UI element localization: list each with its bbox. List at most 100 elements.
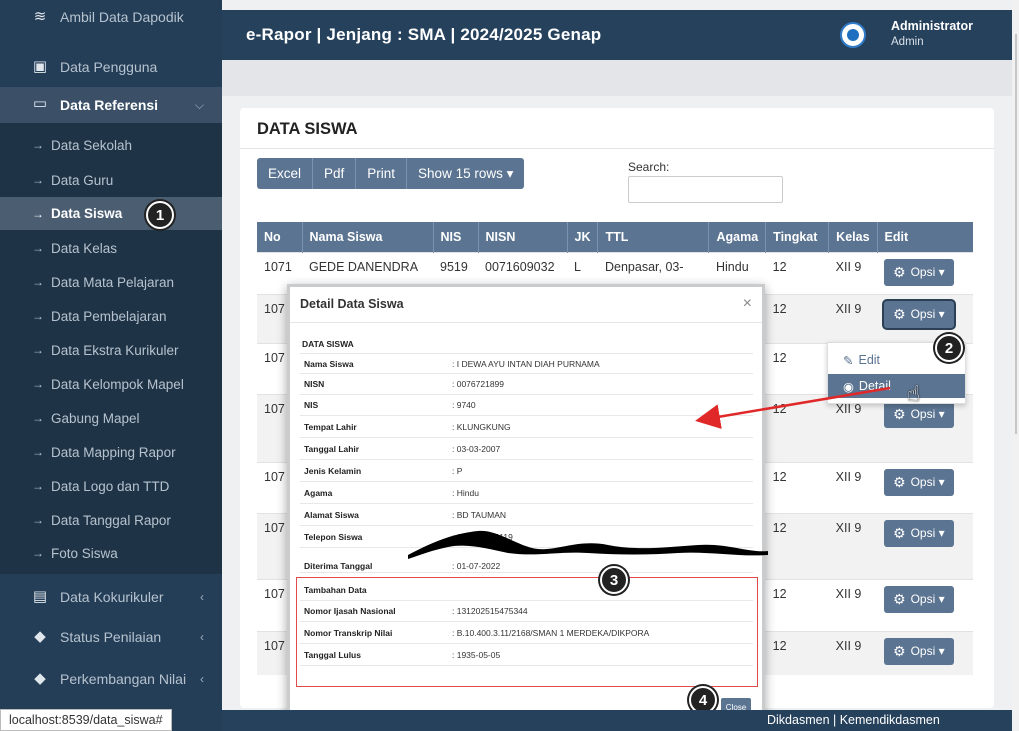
sidebar-item-data-ekstra-kurikuler[interactable]: → Data Ekstra Kurikuler <box>0 333 222 367</box>
sidebar-item-data-logo-dan-ttd[interactable]: → Data Logo dan TTD <box>0 469 222 503</box>
show-rows-dropdown[interactable]: Show 15 rows ▾ <box>407 158 525 189</box>
column-header[interactable]: JK <box>567 222 599 252</box>
cell-edit: ⚙ Opsi ▾ <box>877 512 974 579</box>
arrow-right-icon: → <box>32 343 44 357</box>
cell-kelas: XII 9 <box>828 393 878 462</box>
sidebar-item-ambil-data-dapodik[interactable]: ≋ Ambil Data Dapodik <box>0 0 222 34</box>
detail-row: Tambahan Data <box>300 580 753 601</box>
gear-icon: ⚙ <box>893 642 906 659</box>
sidebar-item-data-kokurikuler[interactable]: ▤ Data Kokurikuler ‹ <box>0 580 222 614</box>
close-icon[interactable]: × <box>743 295 752 313</box>
opsi-button[interactable]: ⚙ Opsi ▾ <box>884 300 954 328</box>
cell-tingkat: 12 <box>765 630 829 675</box>
redaction-scribble <box>408 530 768 559</box>
print-button[interactable]: Print <box>356 158 408 189</box>
cell-tingkat: 12 <box>765 293 829 343</box>
cell-kelas: XII 9 <box>828 293 878 343</box>
sidebar-item-status-penilaian[interactable]: ◆ Status Penilaian ‹ <box>0 620 222 654</box>
opsi-button[interactable]: ⚙ Opsi ▾ <box>884 637 954 665</box>
sidebar-item-data-pembelajaran[interactable]: → Data Pembelajaran <box>0 299 222 333</box>
top-header: e-Rapor | Jenjang : SMA | 2024/2025 Gena… <box>222 10 1012 60</box>
cell-tingkat: 12 <box>765 578 829 631</box>
sidebar-item-data-kelas[interactable]: → Data Kelas <box>0 231 222 265</box>
detail-row: Alamat Siswa: BD TAUMAN <box>300 505 753 526</box>
sidebar-item-data-pengguna[interactable]: ▣ Data Pengguna <box>0 50 222 84</box>
sidebar-item-label: Data Ekstra Kurikuler <box>51 342 179 358</box>
user-name[interactable]: Administrator <box>891 19 973 33</box>
sidebar-item-label: Data Tanggal Rapor <box>51 512 171 528</box>
divider <box>290 322 762 323</box>
eye-icon: ◉ <box>843 379 854 394</box>
gear-icon: ⚙ <box>893 590 906 607</box>
cell-edit: ⚙ Opsi ▾ <box>877 578 974 631</box>
arrow-right-icon: → <box>32 275 44 289</box>
chevron-left-icon: ‹ <box>200 672 204 686</box>
search-label: Search: <box>628 160 670 174</box>
sidebar-item-data-referensi[interactable]: ▭ Data Referensi ⌵ <box>0 87 222 123</box>
chevron-left-icon: ‹ <box>200 590 204 604</box>
cell-tingkat: 12 <box>765 512 829 579</box>
column-header[interactable]: NIS <box>433 222 479 252</box>
arrow-right-icon: → <box>32 377 44 391</box>
dropdown-item-detail[interactable]: ◉ Detail <box>828 374 965 398</box>
opsi-button[interactable]: ⚙ Opsi ▾ <box>884 258 954 286</box>
chevron-left-icon: ‹ <box>200 630 204 644</box>
sidebar-item-data-siswa[interactable]: → Data Siswa <box>0 197 222 230</box>
detail-row: Tempat Lahir: KLUNGKUNG <box>300 417 753 438</box>
sidebar-item-label: Data Mapping Rapor <box>51 444 176 460</box>
detail-row: NISN: 0076721899 <box>300 374 753 395</box>
hand-cursor-icon: ☝ <box>907 381 921 406</box>
sidebar-item-data-sekolah[interactable]: → Data Sekolah <box>0 128 222 162</box>
cell-tingkat: 12 <box>765 393 829 462</box>
cell-edit: ⚙ Opsi ▾ <box>877 393 974 462</box>
sidebar-item-label: Ambil Data Dapodik <box>60 9 184 25</box>
column-header[interactable]: TTL <box>597 222 710 252</box>
edit-icon: ✎ <box>843 353 854 368</box>
sidebar-item-data-guru[interactable]: → Data Guru <box>0 163 222 197</box>
cell-kelas: XII 9 <box>828 512 878 579</box>
opsi-button[interactable]: ⚙ Opsi ▾ <box>884 519 954 547</box>
pdf-button[interactable]: Pdf <box>313 158 357 189</box>
cell-edit: ⚙ Opsi ▾ <box>877 251 974 294</box>
sidebar-item-foto-siswa[interactable]: → Foto Siswa <box>0 536 222 570</box>
annotation-badge-2: 2 <box>935 334 963 362</box>
page-footer: Dikdasmen | Kemendikdasmen <box>222 710 1012 731</box>
sidebar-item-gabung-mapel[interactable]: → Gabung Mapel <box>0 401 222 435</box>
arrow-right-icon: → <box>32 173 44 187</box>
sidebar-item-data-mata-pelajaran[interactable]: → Data Mata Pelajaran <box>0 265 222 299</box>
column-header[interactable]: Tingkat <box>765 222 830 252</box>
footer-text: Dikdasmen | Kemendikdasmen <box>767 713 940 727</box>
column-header[interactable]: No <box>257 222 303 252</box>
detail-row: Nomor Ijasah Nasional: 131202515475344 <box>300 601 753 622</box>
column-header[interactable]: Agama <box>708 222 767 252</box>
column-header[interactable]: NISN <box>478 222 568 252</box>
scrollbar-thumb[interactable] <box>1015 34 1017 434</box>
cell-kelas: XII 9 <box>828 251 878 294</box>
sidebar-item-label: Data Siswa <box>51 206 123 221</box>
sidebar-item-label: Data Referensi <box>60 97 159 113</box>
sidebar-item-label: Data Logo dan TTD <box>51 478 170 494</box>
opsi-button[interactable]: ⚙ Opsi ▾ <box>884 585 954 613</box>
sidebar: ≋ Ambil Data Dapodik ▣ Data Pengguna ▭ D… <box>0 0 222 731</box>
arrow-right-icon: → <box>32 546 44 560</box>
table-header-row: No Nama Siswa NIS NISN JK TTL Agama Ting… <box>257 222 974 252</box>
excel-button[interactable]: Excel <box>257 158 314 189</box>
sidebar-item-label: Perkembangan Nilai <box>60 671 187 687</box>
search-input[interactable] <box>628 176 783 203</box>
sidebar-item-label: Status Penilaian <box>60 629 162 645</box>
sidebar-item-label: Data Guru <box>51 172 114 188</box>
sidebar-item-label: Data Sekolah <box>51 137 133 153</box>
detail-siswa-modal: Detail Data Siswa × DATA SISWA Nama Sisw… <box>287 284 768 721</box>
book-icon: ▤ <box>32 588 48 605</box>
opsi-button[interactable]: ⚙ Opsi ▾ <box>884 468 954 496</box>
column-header[interactable]: Kelas <box>828 222 878 252</box>
sidebar-item-data-tanggal-rapor[interactable]: → Data Tanggal Rapor <box>0 503 222 537</box>
app-title: e-Rapor | Jenjang : SMA | 2024/2025 Gena… <box>246 25 602 44</box>
chevron-down-icon: ⌵ <box>194 97 204 112</box>
sidebar-item-data-kelompok-mapel[interactable]: → Data Kelompok Mapel <box>0 367 222 401</box>
sidebar-item-data-mapping-rapor[interactable]: → Data Mapping Rapor <box>0 435 222 469</box>
sidebar-item-perkembangan-nilai[interactable]: ◆ Perkembangan Nilai ‹ <box>0 662 222 696</box>
column-header[interactable]: Nama Siswa <box>302 222 434 252</box>
status-bar-url: localhost:8539/data_siswa# <box>0 709 172 731</box>
sidebar-item-label: Data Pengguna <box>60 59 158 75</box>
